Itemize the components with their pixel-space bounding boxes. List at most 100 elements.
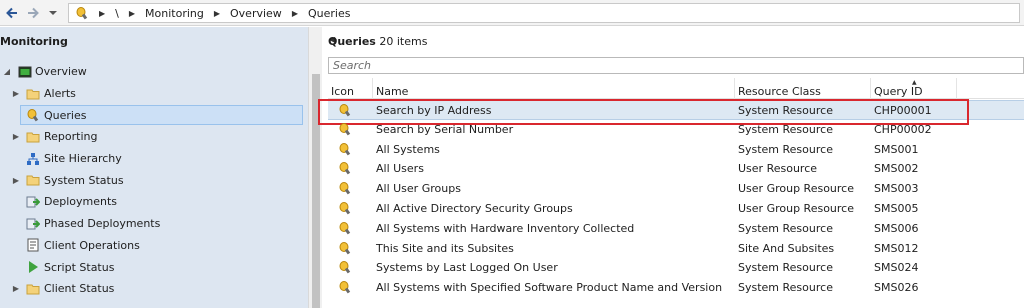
query-id: SMS024 (874, 261, 919, 275)
nav-scrollbar[interactable] (308, 27, 322, 308)
item-count: 20 items (379, 35, 428, 48)
column-header-icon[interactable]: Icon (328, 78, 372, 99)
table-row[interactable]: Systems by Last Logged On User System Res… (328, 258, 1024, 278)
query-id: SMS012 (874, 241, 919, 255)
sidebar-item-label: Client Operations (44, 238, 140, 252)
breadcrumb-separator: ▶ (291, 8, 298, 18)
sort-ascending-icon: ▲ (912, 79, 917, 86)
query-name: Search by IP Address (376, 104, 492, 117)
column-header-name[interactable]: Name (372, 78, 734, 99)
query-resource-class: User Group Resource (738, 201, 854, 215)
nav-tree: ◢ Overview ▶ Alerts Queries ▶ Reporting Site Hi… (0, 61, 306, 300)
query-resource-class: User Group Resource (738, 182, 854, 196)
collapsed-arrow-icon[interactable]: ▶ (12, 284, 20, 293)
sidebar-item-label: Deployments (44, 195, 118, 209)
query-resource-class: System Resource (738, 122, 833, 136)
pane-title-label: Queries (328, 35, 376, 48)
sidebar-item-label: Queries (44, 108, 87, 122)
forward-arrow-icon[interactable] (24, 4, 42, 22)
navigation-pane: Monitoring ◢ Overview ▶ Alerts Queries ▶ Repor… (0, 27, 308, 308)
client-operations-icon (26, 238, 40, 252)
table-row[interactable]: All Systems with Specified Software Prod… (328, 278, 1024, 298)
query-resource-class: System Resource (738, 261, 833, 275)
table-row[interactable]: All Systems System Resource SMS001 (328, 140, 1024, 160)
nav-title: Monitoring (0, 35, 68, 48)
script-icon (26, 260, 40, 274)
breadcrumb-queries[interactable]: Queries (308, 7, 350, 20)
query-icon (338, 103, 352, 118)
query-id: SMS005 (874, 201, 919, 215)
query-id: SMS026 (874, 281, 919, 295)
deployment-icon (26, 195, 41, 209)
expanded-arrow-icon[interactable]: ◢ (3, 67, 11, 76)
sidebar-item-overview[interactable]: ◢ Overview (0, 61, 306, 83)
query-name: All User Groups (376, 182, 461, 196)
query-name: This Site and its Subsites (376, 241, 514, 255)
table-row[interactable]: This Site and its Subsites Site And Subsi… (328, 239, 1024, 259)
back-arrow-icon[interactable] (3, 4, 21, 22)
results-pane: ◀ Queries 20 items Search Icon Name Reso… (318, 27, 1024, 308)
query-resource-class: System Resource (738, 104, 833, 117)
collapsed-arrow-icon[interactable]: ▶ (12, 132, 20, 141)
deployment-icon (26, 217, 41, 231)
query-resource-class: User Resource (738, 162, 818, 176)
query-name: Search by Serial Number (376, 122, 514, 136)
collapsed-arrow-icon[interactable]: ▶ (12, 176, 20, 185)
sidebar-item-label: Site Hierarchy (44, 152, 122, 166)
site-hierarchy-icon (26, 152, 40, 166)
query-id: SMS001 (874, 142, 919, 156)
column-header-resource-class[interactable]: Resource Class (734, 78, 870, 99)
table-row[interactable]: Search by Serial Number System Resource CH… (328, 120, 1024, 140)
breadcrumb-separator: ▶ (128, 8, 136, 18)
breadcrumb-root[interactable]: \ (115, 7, 119, 20)
sidebar-item-deployments[interactable]: Deployments (0, 191, 306, 213)
query-icon (76, 7, 88, 20)
scrollbar-thumb[interactable] (312, 74, 320, 308)
query-icon (338, 142, 352, 157)
query-list: Search by IP Address System Resource CHP00… (318, 99, 1024, 298)
query-resource-class: System Resource (738, 142, 833, 156)
breadcrumb-separator: ▶ (99, 8, 106, 18)
search-input[interactable]: Search (328, 57, 1024, 74)
query-resource-class: System Resource (738, 221, 833, 235)
sidebar-item-queries[interactable]: Queries (0, 104, 306, 126)
table-row[interactable]: All Users User Resource SMS002 (328, 159, 1024, 179)
collapsed-arrow-icon[interactable]: ▶ (12, 89, 20, 98)
table-row[interactable]: All Systems with Hardware Inventory Coll… (328, 219, 1024, 239)
sidebar-item-alerts[interactable]: ▶ Alerts (0, 83, 306, 105)
sidebar-item-label: Client Status (44, 282, 115, 296)
breadcrumb-monitoring[interactable]: Monitoring (145, 7, 204, 20)
query-name: All Systems with Specified Software Prod… (376, 281, 723, 295)
query-icon (338, 161, 352, 176)
breadcrumb: ▶ \ ▶ Monitoring ▶ Overview ▶ Queries (68, 3, 1020, 23)
breadcrumb-separator: ▶ (213, 8, 221, 18)
pane-title: Queries 20 items (328, 35, 427, 48)
query-id: SMS003 (874, 182, 919, 196)
folder-icon (26, 87, 40, 101)
folder-icon (26, 130, 40, 144)
query-id: CHP00001 (874, 104, 932, 117)
sidebar-item-label: Alerts (44, 87, 76, 101)
sidebar-item-reporting[interactable]: ▶ Reporting (0, 126, 306, 148)
table-row[interactable]: All User Groups User Group Resource SMS003 (328, 179, 1024, 199)
query-name: Systems by Last Logged On User (376, 261, 558, 275)
sidebar-item-client-status[interactable]: ▶ Client Status (0, 278, 306, 300)
sidebar-item-site-hierarchy[interactable]: Site Hierarchy (0, 148, 306, 170)
history-dropdown-icon[interactable] (46, 4, 60, 22)
sidebar-item-system-status[interactable]: ▶ System Status (0, 169, 306, 191)
query-icon (338, 181, 352, 196)
query-name: All Systems (376, 142, 440, 156)
breadcrumb-overview[interactable]: Overview (230, 7, 282, 20)
sidebar-item-label: Phased Deployments (44, 217, 161, 231)
sidebar-item-script-status[interactable]: Script Status (0, 256, 306, 278)
sidebar-item-label: System Status (44, 173, 124, 187)
sidebar-item-client-operations[interactable]: Client Operations (0, 235, 306, 257)
sidebar-item-label: Script Status (44, 260, 115, 274)
sidebar-item-phased-deployments[interactable]: Phased Deployments (0, 213, 306, 235)
sidebar-item-label: Reporting (44, 130, 98, 144)
folder-icon (26, 282, 40, 296)
query-icon (338, 280, 352, 295)
query-icon (338, 122, 352, 137)
table-row[interactable]: Search by IP Address System Resource CHP00… (318, 99, 1024, 125)
table-row[interactable]: All Active Directory Security Groups User… (328, 199, 1024, 219)
